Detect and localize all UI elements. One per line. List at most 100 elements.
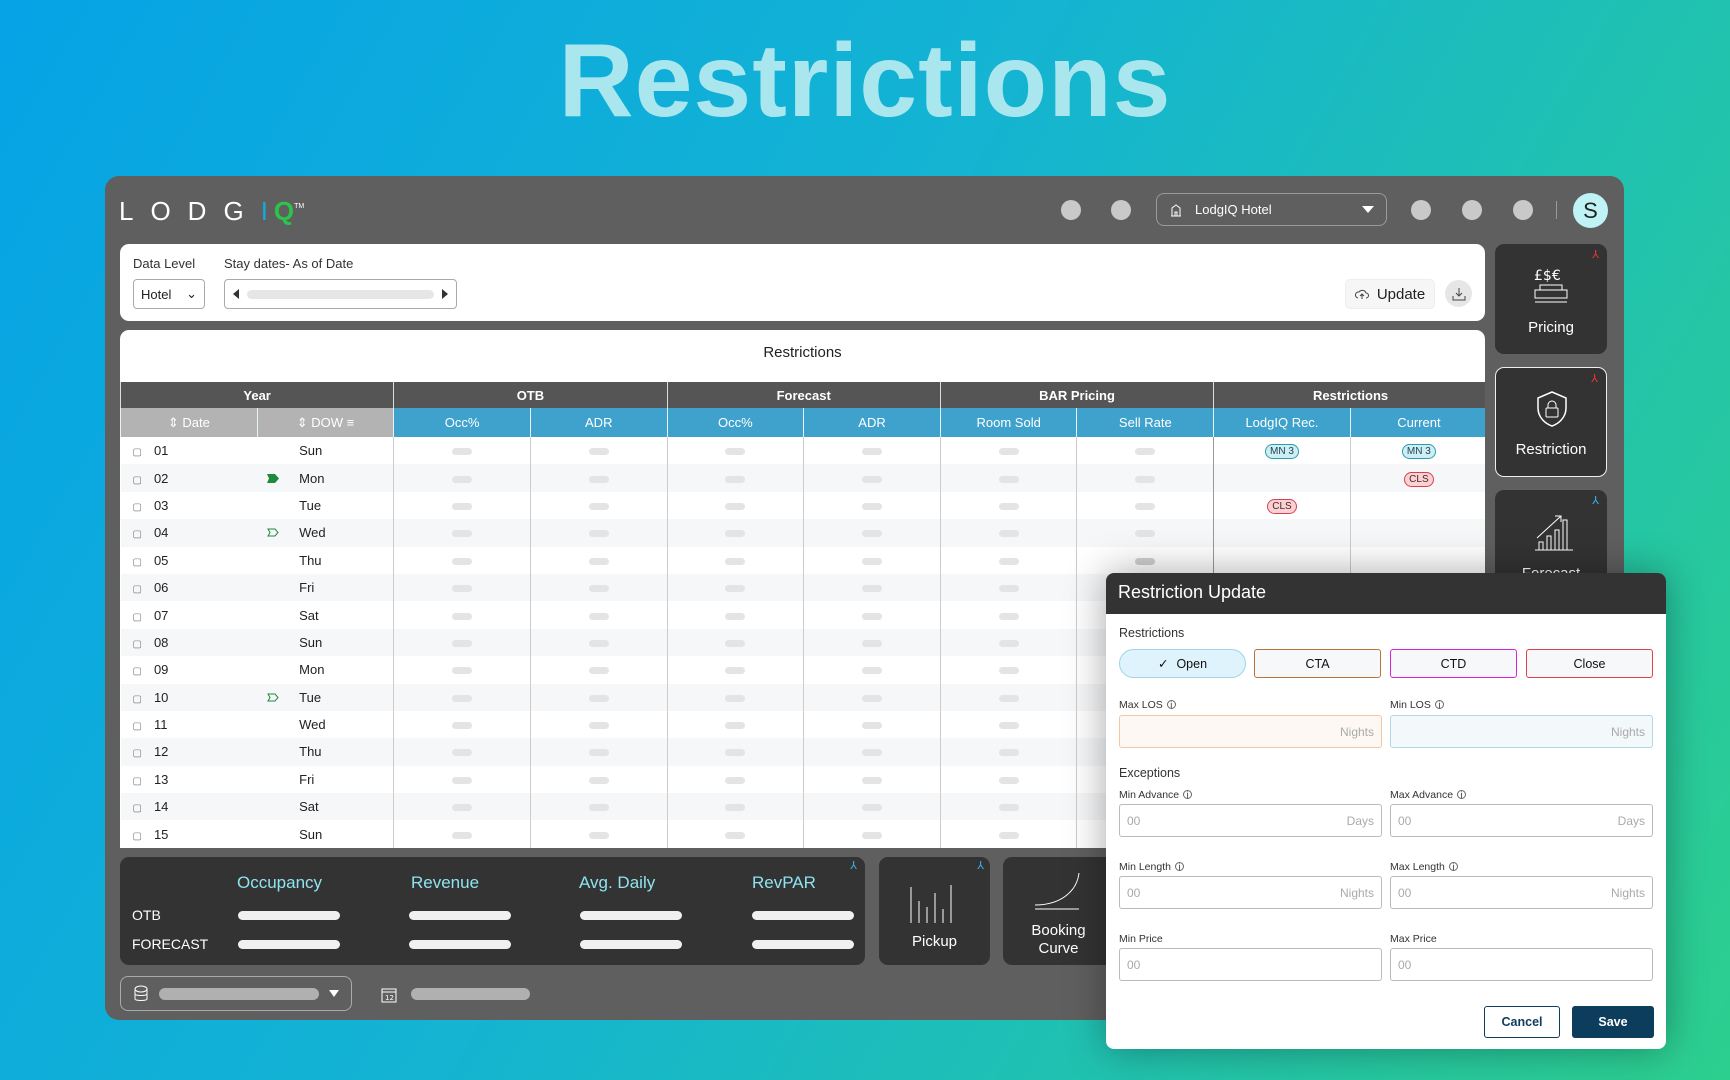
close-restriction-button[interactable]: Close [1526, 649, 1653, 678]
value-cell[interactable] [529, 601, 668, 629]
current-cell[interactable]: CLS [1349, 464, 1485, 492]
pickup-panel[interactable]: ⅄ Pickup [879, 857, 990, 965]
value-cell[interactable] [529, 683, 668, 711]
current-cell[interactable] [1349, 546, 1485, 574]
value-cell[interactable] [393, 656, 531, 684]
value-cell[interactable] [529, 656, 668, 684]
filter-icon[interactable]: ≡ [343, 415, 355, 430]
sort-icon[interactable]: ⇕ [297, 415, 312, 430]
info-icon[interactable]: i [1174, 862, 1184, 872]
min-price-input[interactable]: 00 [1119, 948, 1382, 981]
value-cell[interactable] [529, 464, 668, 492]
value-cell[interactable] [939, 765, 1077, 794]
value-cell[interactable] [666, 437, 804, 465]
value-cell[interactable] [529, 519, 668, 547]
value-cell[interactable] [803, 628, 941, 657]
value-cell[interactable] [803, 765, 941, 794]
min-advance-input[interactable]: 00 Days [1119, 804, 1382, 837]
calendar-icon[interactable]: 12 [381, 986, 397, 1003]
avatar[interactable]: S [1573, 193, 1608, 228]
value-cell[interactable] [939, 437, 1077, 465]
next-icon[interactable] [442, 289, 448, 299]
value-cell[interactable] [393, 546, 531, 574]
min-los-input[interactable]: Nights [1390, 715, 1653, 748]
value-cell[interactable] [666, 656, 804, 684]
col-date[interactable]: ⇕ Date [120, 408, 258, 437]
pin-icon[interactable]: ⅄ [1591, 372, 1598, 385]
value-cell[interactable] [529, 546, 668, 574]
value-cell[interactable] [529, 820, 668, 848]
nav-icon[interactable] [1462, 200, 1482, 220]
note-icon[interactable]: ▢ [133, 803, 142, 814]
restriction-badge[interactable]: MN 3 [1264, 444, 1299, 460]
value-cell[interactable] [803, 738, 941, 766]
value-cell[interactable] [939, 601, 1077, 629]
value-cell[interactable] [939, 793, 1077, 821]
value-cell[interactable] [393, 601, 531, 629]
table-row[interactable]: ▢ 04 Wed [120, 519, 1485, 547]
hotel-select[interactable]: LodgIQ Hotel [1156, 193, 1387, 226]
value-cell[interactable] [1076, 491, 1214, 520]
value-cell[interactable] [666, 628, 804, 657]
value-cell[interactable] [939, 628, 1077, 657]
value-cell[interactable] [393, 765, 531, 794]
value-cell[interactable] [529, 765, 668, 794]
pin-icon[interactable]: ⅄ [1592, 494, 1599, 507]
value-cell[interactable] [803, 573, 941, 602]
value-cell[interactable] [939, 820, 1077, 848]
max-price-input[interactable]: 00 [1390, 948, 1653, 981]
note-icon[interactable]: ▢ [133, 776, 142, 787]
value-cell[interactable] [666, 820, 804, 848]
value-cell[interactable] [666, 601, 804, 629]
value-cell[interactable] [393, 628, 531, 657]
info-icon[interactable]: i [1457, 790, 1467, 800]
col-dow[interactable]: ⇕ DOW ≡ [256, 408, 394, 437]
value-cell[interactable] [939, 519, 1077, 547]
note-icon[interactable]: ▢ [133, 557, 142, 568]
current-cell[interactable] [1349, 491, 1485, 520]
value-cell[interactable] [666, 491, 804, 520]
restriction-panel[interactable]: ⅄ Restriction [1495, 367, 1607, 477]
save-button[interactable]: Save [1572, 1006, 1654, 1038]
note-icon[interactable]: ▢ [133, 748, 142, 759]
ctd-button[interactable]: CTD [1390, 649, 1517, 678]
value-cell[interactable] [529, 738, 668, 766]
col-fc-adr[interactable]: ADR [803, 408, 941, 437]
value-cell[interactable] [393, 793, 531, 821]
col-current[interactable]: Current [1349, 408, 1485, 437]
value-cell[interactable] [393, 573, 531, 602]
data-source-select[interactable] [120, 976, 352, 1011]
pin-icon[interactable]: ⅄ [977, 859, 984, 872]
pin-icon[interactable]: ⅄ [850, 859, 857, 872]
download-button[interactable] [1445, 280, 1472, 307]
value-cell[interactable] [529, 437, 668, 465]
lodgiq-rec-cell[interactable]: MN 3 [1213, 437, 1351, 465]
slider-track[interactable] [247, 289, 434, 299]
value-cell[interactable] [803, 820, 941, 848]
value-cell[interactable] [666, 464, 804, 492]
max-los-input[interactable]: Nights [1119, 715, 1382, 748]
booking-curve-panel[interactable]: Booking Curve [1003, 857, 1114, 965]
open-button[interactable]: ✓ Open [1119, 649, 1246, 678]
value-cell[interactable] [939, 464, 1077, 492]
info-icon[interactable]: i [1434, 700, 1444, 710]
value-cell[interactable] [666, 710, 804, 739]
value-cell[interactable] [529, 793, 668, 821]
restriction-badge[interactable]: CLS [1404, 471, 1434, 487]
note-icon[interactable]: ▢ [133, 529, 142, 540]
value-cell[interactable] [803, 464, 941, 492]
note-icon[interactable]: ▢ [133, 612, 142, 623]
value-cell[interactable] [939, 683, 1077, 711]
value-cell[interactable] [529, 710, 668, 739]
note-icon[interactable]: ▢ [133, 639, 142, 650]
stay-dates-slider[interactable] [224, 279, 457, 309]
cta-button[interactable]: CTA [1254, 649, 1381, 678]
info-icon[interactable]: i [1166, 700, 1176, 710]
value-cell[interactable] [803, 546, 941, 574]
value-cell[interactable] [939, 656, 1077, 684]
col-fc-occ[interactable]: Occ% [666, 408, 804, 437]
value-cell[interactable] [803, 601, 941, 629]
data-level-select[interactable]: Hotel ⌄ [133, 279, 205, 309]
nav-icon[interactable] [1513, 200, 1533, 220]
value-cell[interactable] [803, 437, 941, 465]
